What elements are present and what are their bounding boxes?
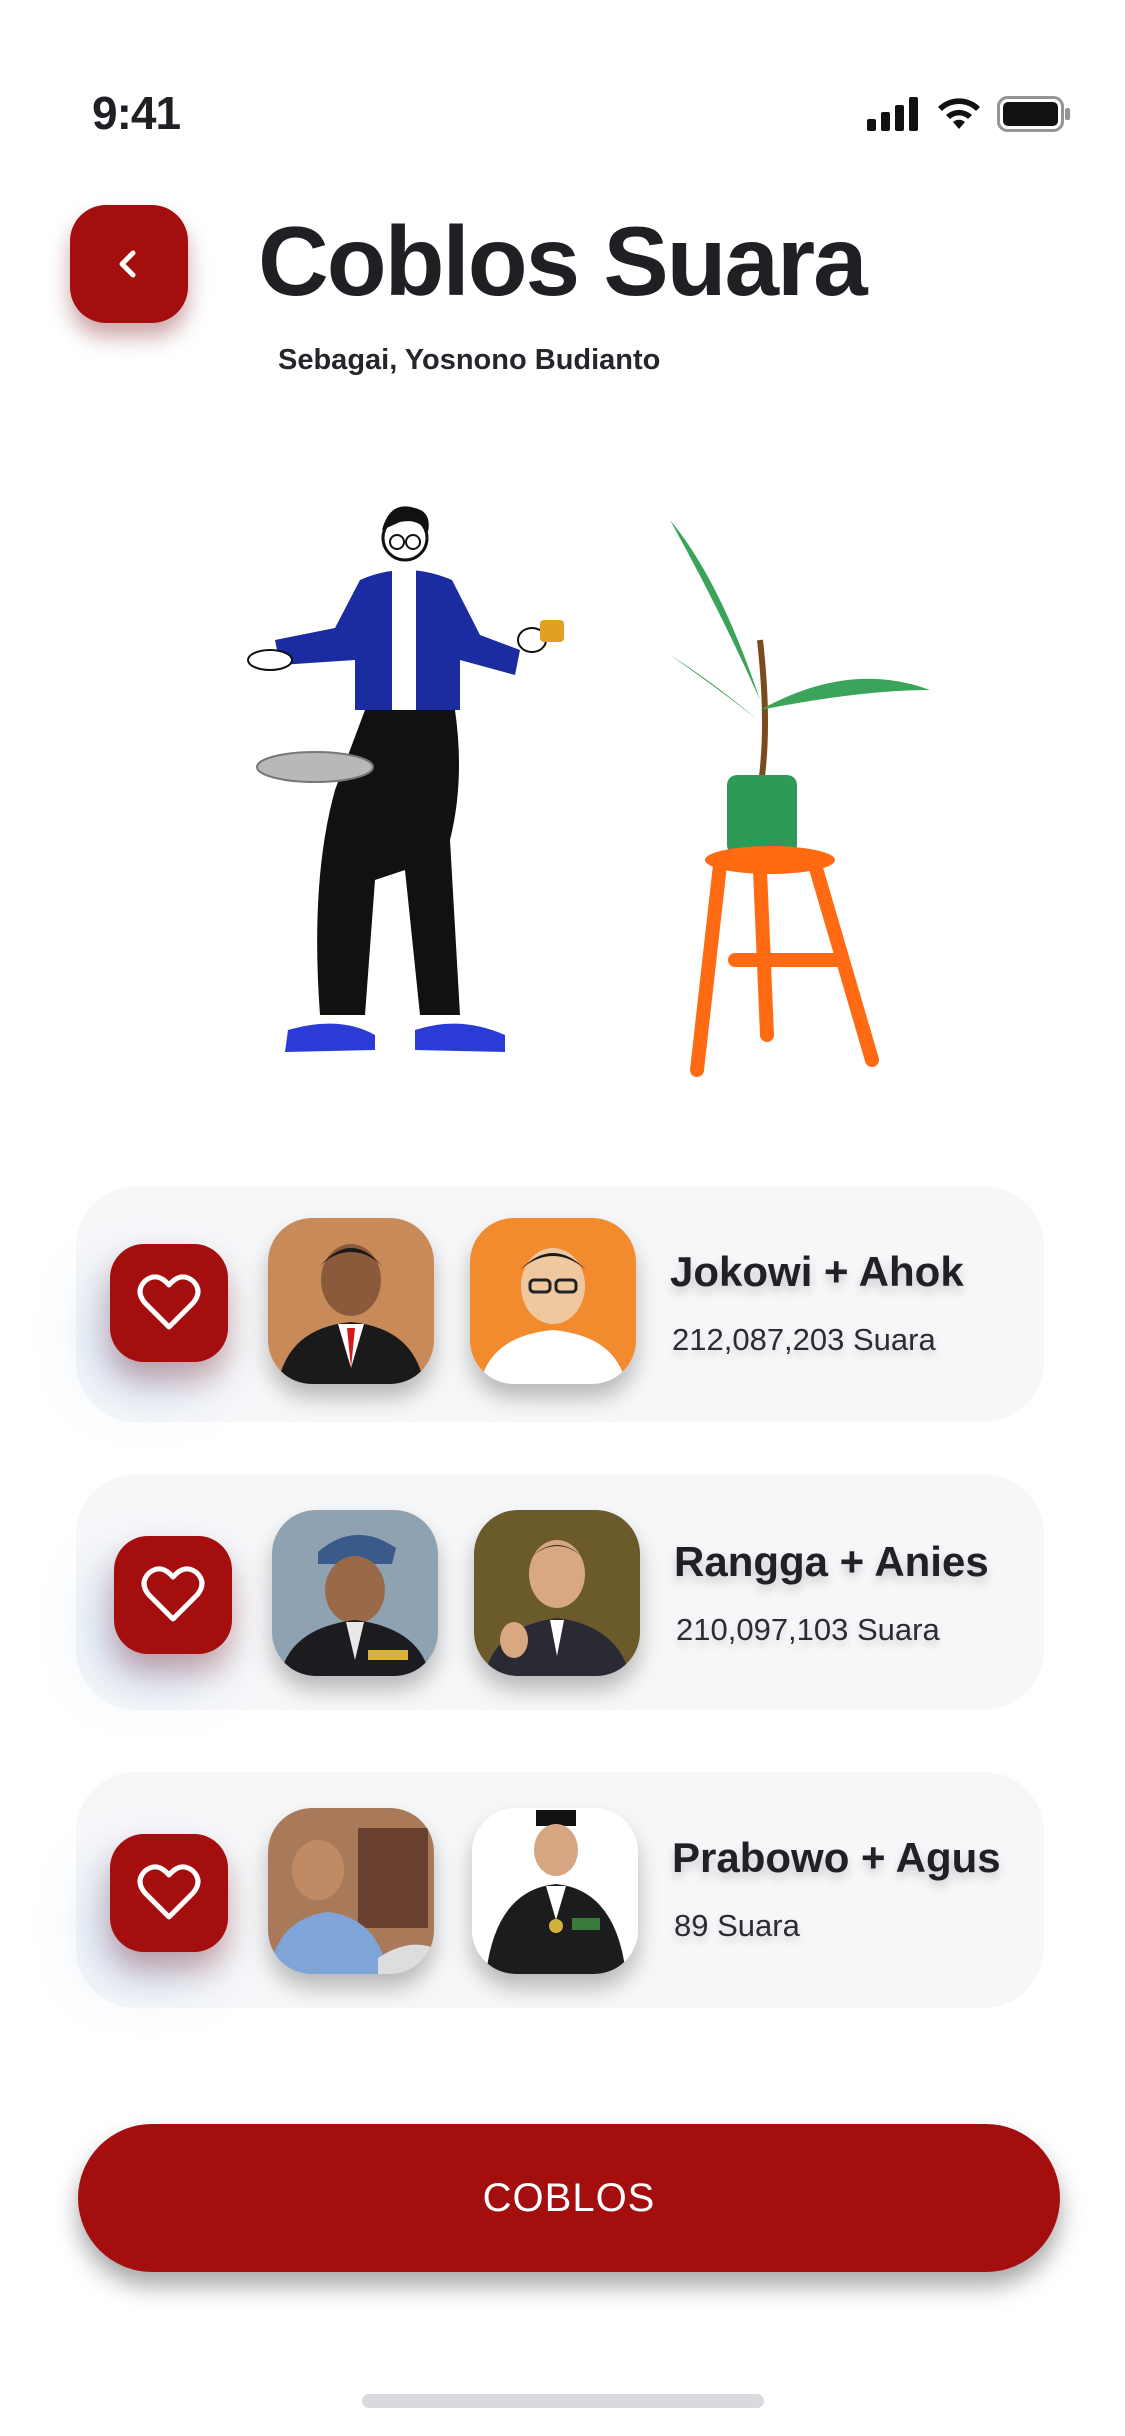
page-subtitle: Sebagai, Yosnono Budianto [278, 344, 661, 376]
heart-icon [137, 1274, 201, 1330]
candidate-votes: 210,097,103 Suara [676, 1612, 940, 1647]
candidate-name: Prabowo + Agus [672, 1834, 1001, 1881]
candidate-photo-vice [470, 1218, 636, 1384]
battery-icon [997, 96, 1070, 132]
candidate-votes: 89 Suara [674, 1908, 800, 1943]
home-indicator[interactable] [362, 2394, 764, 2408]
candidate-photo-president [268, 1808, 434, 1974]
candidate-votes: 212,087,203 Suara [672, 1322, 936, 1357]
wifi-icon [938, 98, 980, 129]
back-button[interactable] [70, 205, 188, 323]
candidate-name: Rangga + Anies [674, 1538, 989, 1585]
candidate-photo-vice [472, 1808, 638, 1974]
portrait-icon [268, 1218, 434, 1384]
status-time: 9:41 [92, 87, 181, 139]
heart-icon [141, 1566, 205, 1622]
heart-icon [137, 1864, 201, 1920]
status-icons [867, 96, 1071, 132]
candidate-photo-vice [474, 1510, 640, 1676]
candidate-card[interactable]: Jokowi + Ahok 212,087,203 Suara [76, 1186, 1044, 1422]
candidate-photo-president [268, 1218, 434, 1384]
chevron-left-icon [119, 250, 136, 278]
portrait-icon [268, 1808, 434, 1974]
page-title: Coblos Suara [258, 206, 868, 316]
candidate-name: Jokowi + Ahok [670, 1248, 964, 1295]
coblos-button[interactable]: COBLOS [78, 2124, 1060, 2272]
vote-heart-button[interactable] [110, 1244, 228, 1362]
candidate-card[interactable]: Prabowo + Agus 89 Suara [76, 1772, 1044, 2008]
portrait-icon [472, 1808, 638, 1974]
vote-heart-button[interactable] [110, 1834, 228, 1952]
cellular-signal-icon [867, 97, 918, 131]
vote-heart-button[interactable] [114, 1536, 232, 1654]
portrait-icon [272, 1510, 438, 1676]
portrait-icon [470, 1218, 636, 1384]
candidate-card[interactable]: Rangga + Anies 210,097,103 Suara [76, 1474, 1044, 1710]
candidate-photo-president [272, 1510, 438, 1676]
portrait-icon [474, 1510, 640, 1676]
person-with-plant-illustration [247, 506, 930, 1077]
